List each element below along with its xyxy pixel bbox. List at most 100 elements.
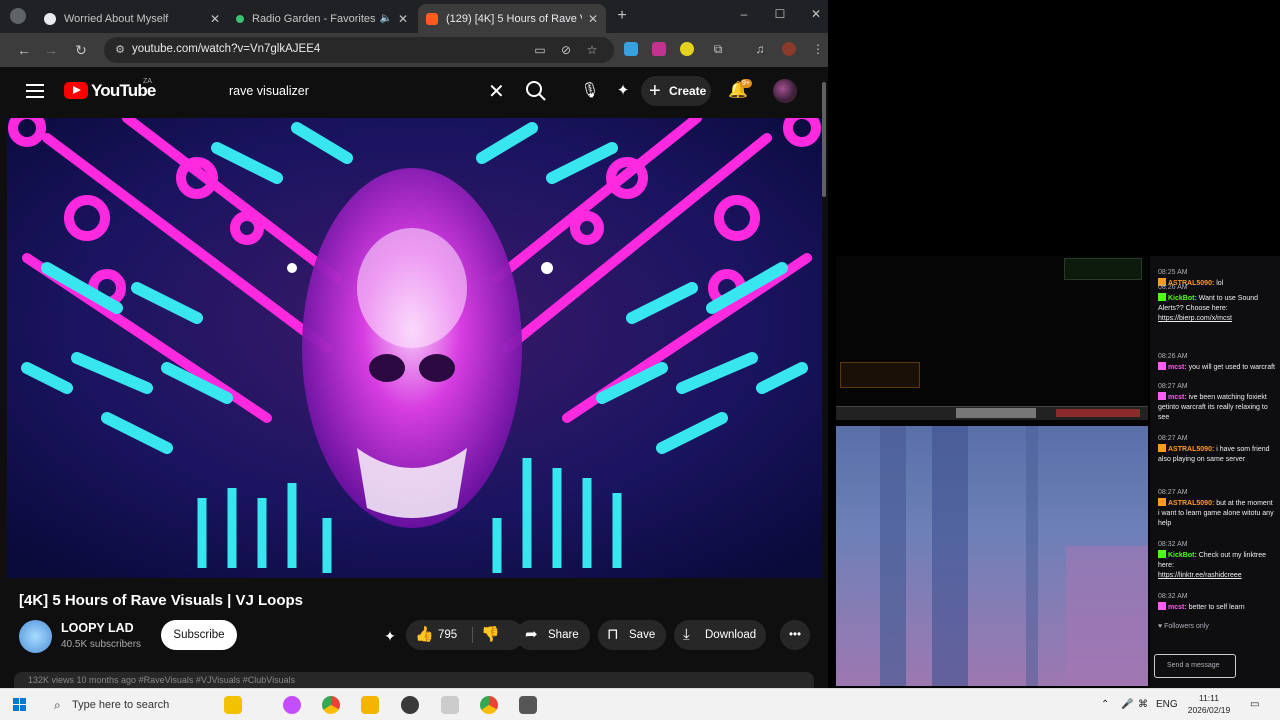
share-button[interactable]: ➦ Share xyxy=(516,620,590,650)
chat-input[interactable]: Send a message xyxy=(1154,654,1236,678)
minimize-icon[interactable]: – xyxy=(736,7,752,21)
tab-radio-garden[interactable]: Radio Garden - Favorites 🔈 ✕ xyxy=(228,4,416,33)
profile-icon[interactable] xyxy=(782,42,796,56)
channel-name[interactable]: LOOPY LAD xyxy=(61,621,134,635)
hide-icon[interactable]: ⊘ xyxy=(558,42,574,58)
download-button[interactable]: ⤓ Download xyxy=(674,620,766,650)
search-input[interactable]: rave visualizer xyxy=(229,84,309,98)
chat-username[interactable]: ASTRAL5090: xyxy=(1168,446,1216,453)
extensions-puzzle-icon[interactable]: ⧉ xyxy=(710,41,726,57)
widget-icon[interactable] xyxy=(224,696,242,714)
app-icon[interactable] xyxy=(519,696,537,714)
reload-icon[interactable]: ↻ xyxy=(72,41,90,59)
chat-username[interactable]: mcst: xyxy=(1168,394,1189,401)
search-placeholder: Type here to search xyxy=(72,699,170,711)
stream-video[interactable] xyxy=(836,256,1148,686)
menu-dots-icon[interactable]: ⋮ xyxy=(810,41,826,57)
youtube-logo-icon[interactable] xyxy=(64,82,88,99)
search-button[interactable] xyxy=(520,77,552,105)
chat-username[interactable]: mcst: xyxy=(1168,604,1189,611)
cast-icon[interactable]: ▭ xyxy=(532,42,548,58)
subscriber-count: 40.5K subscribers xyxy=(61,639,142,650)
file-explorer-icon[interactable] xyxy=(361,696,379,714)
tree-trunk xyxy=(932,426,968,686)
channel-avatar[interactable] xyxy=(19,620,52,653)
extension-icon[interactable] xyxy=(652,42,666,56)
close-window-icon[interactable]: ✕ xyxy=(808,7,824,21)
tab-strip: Worried About Myself ✕ Radio Garden - Fa… xyxy=(0,0,828,33)
notification-badge: 9+ xyxy=(740,79,752,88)
page-scrollbar[interactable] xyxy=(822,82,826,197)
search-box[interactable]: rave visualizer ✕ xyxy=(216,75,516,107)
game-chat-overlay xyxy=(1064,258,1142,280)
close-tab-icon[interactable]: ✕ xyxy=(210,12,220,26)
video-frame xyxy=(7,118,822,578)
video-player[interactable] xyxy=(7,118,822,578)
save-button[interactable]: ⊓ Save xyxy=(598,620,666,650)
ai-summary-icon[interactable]: ✦ xyxy=(381,627,399,645)
notification-center-icon[interactable]: ▭ xyxy=(1250,689,1259,720)
chat-message: 08:32 AM KickBot: Check out my linktree h… xyxy=(1158,540,1276,581)
speaker-icon[interactable]: 🔈 xyxy=(379,13,391,24)
chat-link[interactable]: https://bierp.com/x/mcst xyxy=(1158,314,1276,324)
create-button[interactable]: + Create xyxy=(641,76,711,106)
network-icon[interactable]: ⌘ xyxy=(1138,689,1148,720)
chat-username[interactable]: ASTRAL5090: xyxy=(1168,500,1216,507)
forward-icon[interactable]: → xyxy=(42,41,60,59)
maximize-icon[interactable]: ☐ xyxy=(772,7,788,21)
address-bar[interactable]: ⚙ youtube.com/watch?v=Vn7glkAJEE4 ▭ ⊘ ☆ xyxy=(104,37,614,63)
start-windows-icon[interactable] xyxy=(13,698,27,712)
chat-username[interactable]: KickBot: xyxy=(1168,552,1199,559)
site-info-icon[interactable]: ⚙ xyxy=(112,42,128,58)
app-icon[interactable] xyxy=(441,696,459,714)
chat-link[interactable]: https://linktr.ee/rashidcreee xyxy=(1158,571,1276,581)
download-label: Download xyxy=(705,629,757,641)
chat-timestamp: 08:32 AM xyxy=(1158,593,1188,600)
chat-username[interactable]: KickBot: xyxy=(1168,295,1199,302)
chrome-profile-icon[interactable] xyxy=(480,696,498,714)
app-icon[interactable] xyxy=(283,696,301,714)
chat-message: 08:26 AM KickBot: Want to use Sound Alert… xyxy=(1158,283,1276,324)
extension-icon[interactable] xyxy=(624,42,638,56)
language-indicator[interactable]: ENG xyxy=(1156,689,1178,720)
like-icon[interactable]: 👍 xyxy=(415,620,434,650)
tray-chevron-icon[interactable]: ⌃ xyxy=(1101,689,1109,720)
dislike-icon[interactable]: 👎 xyxy=(481,620,500,650)
chat-timestamp: 08:25 AM xyxy=(1158,269,1188,276)
chat-message: 08:27 AM mcst: ive been watching foxiekt … xyxy=(1158,382,1276,423)
microphone-icon[interactable]: 🎤 xyxy=(1121,689,1133,720)
close-tab-icon[interactable]: ✕ xyxy=(588,12,598,26)
clock-date: 2026/02/19 xyxy=(1187,705,1231,715)
taskbar-search[interactable]: ⌕ Type here to search xyxy=(48,689,248,720)
tab-youtube-video[interactable]: (129) [4K] 5 Hours of Rave Visuals ✕ xyxy=(418,4,606,33)
clear-search-icon[interactable]: ✕ xyxy=(488,79,505,104)
extension-icon[interactable] xyxy=(680,42,694,56)
tab-title: (129) [4K] 5 Hours of Rave Visuals xyxy=(446,12,582,25)
more-actions-button[interactable]: ••• xyxy=(780,620,810,650)
media-control-icon[interactable]: ♫ xyxy=(752,41,768,57)
voice-search-icon[interactable]: 🎙 xyxy=(575,76,605,106)
ai-assist-icon[interactable]: ✦ xyxy=(608,76,638,106)
followers-only-notice: ♥ Followers only xyxy=(1158,623,1209,630)
bookmark-star-icon[interactable]: ☆ xyxy=(584,42,600,58)
new-tab-icon[interactable]: + xyxy=(612,6,632,26)
tab-worried-about-myself[interactable]: Worried About Myself ✕ xyxy=(36,4,228,33)
more-dots-icon: ••• xyxy=(788,629,802,641)
app-icon[interactable] xyxy=(401,696,419,714)
tree-trunk xyxy=(1026,426,1038,686)
tab-search-icon[interactable] xyxy=(10,8,26,24)
chat-timestamp: 08:26 AM xyxy=(1158,353,1188,360)
save-label: Save xyxy=(629,629,656,641)
description-box[interactable]: 132K views 10 months ago #RaveVisuals #V… xyxy=(14,672,814,688)
like-count[interactable]: 795 xyxy=(438,620,457,650)
chrome-icon[interactable] xyxy=(322,696,340,714)
close-tab-icon[interactable]: ✕ xyxy=(398,12,408,26)
clock[interactable]: 11:11 2026/02/19 xyxy=(1183,692,1235,716)
youtube-header: YouTube ZA rave visualizer ✕ 🎙 ✦ + Creat… xyxy=(0,67,828,117)
subscribe-button[interactable]: Subscribe xyxy=(161,620,237,650)
country-code: ZA xyxy=(143,78,152,85)
account-avatar[interactable] xyxy=(773,79,797,103)
hamburger-menu-icon[interactable] xyxy=(26,84,44,98)
chat-username[interactable]: mcst: xyxy=(1168,364,1189,371)
back-icon[interactable]: ← xyxy=(15,41,33,59)
